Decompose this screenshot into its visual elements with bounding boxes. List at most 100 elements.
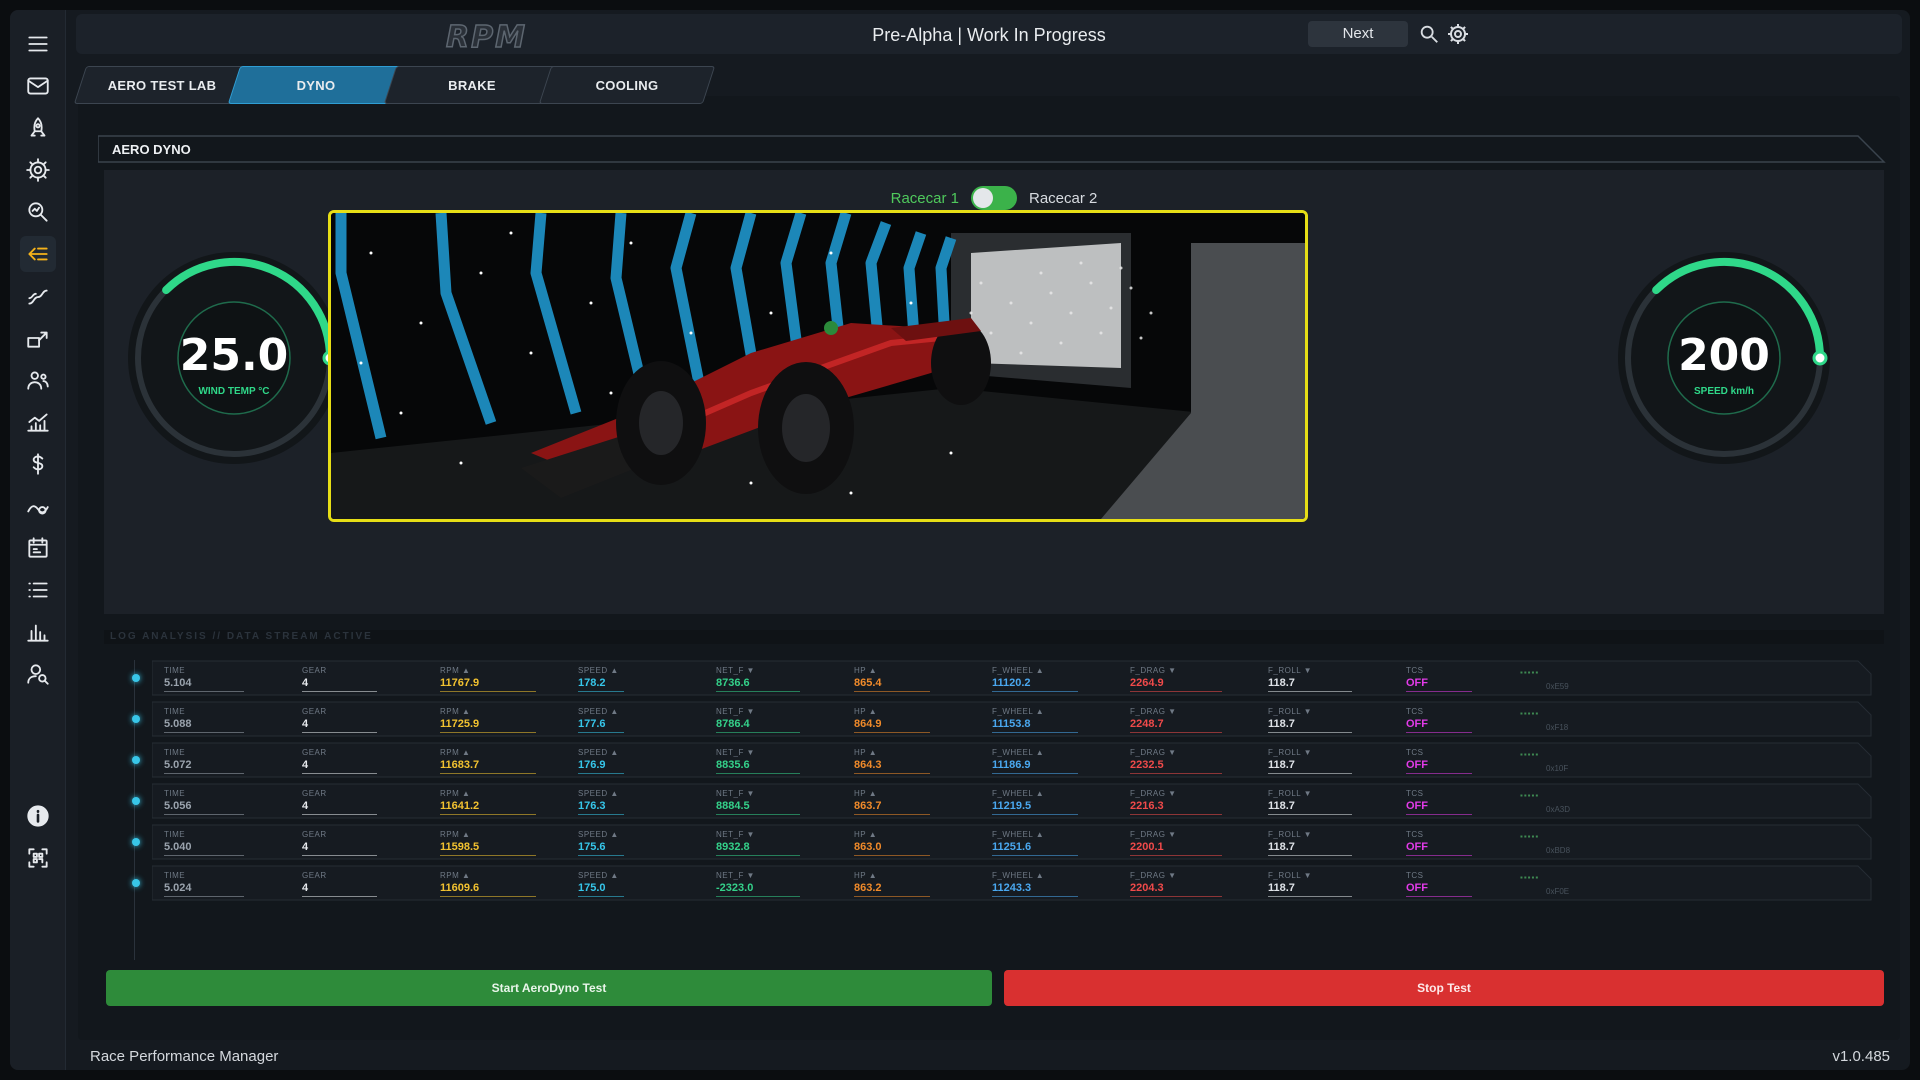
log-cell-underline <box>1268 732 1352 733</box>
log-cell-value: 118.7 <box>1268 677 1295 689</box>
log-cell-value: 4 <box>302 718 309 730</box>
log-row[interactable]: TIME 5.104 GEAR 4 RPM ▲ 11767.9 SPEED ▲ 178.2 NE… <box>132 660 1872 696</box>
log-cell-rpm: RPM ▲ 11683.7 <box>440 746 590 774</box>
log-cell-label: RPM ▲ <box>440 748 471 757</box>
log-row[interactable]: TIME 5.088 GEAR 4 RPM ▲ 11725.9 SPEED ▲ 177.6 NE… <box>132 701 1872 737</box>
log-cell-speed: SPEED ▲ 176.9 <box>578 746 728 774</box>
log-cell-value: 11120.2 <box>992 677 1031 689</box>
stop-test-button[interactable]: Stop Test <box>1004 970 1884 1006</box>
log-row[interactable]: TIME 5.040 GEAR 4 RPM ▲ 11598.5 SPEED ▲ 175.6 NE… <box>132 824 1872 860</box>
track-curve-icon[interactable] <box>20 278 56 314</box>
log-cell-hp: HP ▲ 864.9 <box>854 705 1004 733</box>
log-cell-underline <box>440 732 536 733</box>
log-cell-label: F_DRAG ▼ <box>1130 666 1177 675</box>
log-cell-label: F_DRAG ▼ <box>1130 748 1177 757</box>
log-cell-f-wheel: F_WHEEL ▲ 11186.9 <box>992 746 1142 774</box>
status-bar: Race Performance Manager v1.0.485 <box>70 1040 1910 1070</box>
log-cell-label: NET_F ▼ <box>716 871 755 880</box>
log-cell-underline <box>1406 691 1472 692</box>
log-cell-value: 5.024 <box>164 882 192 894</box>
racecar-2-label[interactable]: Racecar 2 <box>1029 190 1097 207</box>
log-cell-underline <box>302 814 377 815</box>
log-cell-label: TIME <box>164 871 186 880</box>
tab-brake[interactable]: BRAKE <box>383 66 561 104</box>
log-cell-underline <box>578 773 624 774</box>
app-name: Race Performance Manager <box>90 1048 279 1065</box>
list-icon[interactable] <box>20 572 56 608</box>
log-cell-label: GEAR <box>302 666 327 675</box>
tab-aero-test-lab[interactable]: AERO TEST LAB <box>73 66 251 104</box>
log-cell-time: TIME 5.088 <box>164 705 314 733</box>
info-icon[interactable] <box>20 798 56 834</box>
log-cell-hp: HP ▲ 863.2 <box>854 869 1004 897</box>
log-row[interactable]: TIME 5.024 GEAR 4 RPM ▲ 11609.6 SPEED ▲ 175.0 NE… <box>132 865 1872 901</box>
log-cell-time: TIME 5.040 <box>164 828 314 856</box>
telemetry-icon[interactable] <box>20 488 56 524</box>
tab-label: DYNO <box>296 77 336 93</box>
log-cell-value: 11641.2 <box>440 800 480 812</box>
log-cell-label: RPM ▲ <box>440 830 471 839</box>
racecar-1-label[interactable]: Racecar 1 <box>891 190 959 207</box>
tab-dyno[interactable]: DYNO <box>227 66 405 104</box>
upgrade-icon[interactable] <box>20 320 56 356</box>
log-cell-time: TIME 5.072 <box>164 746 314 774</box>
speed-label: SPEED km/h <box>1694 386 1754 397</box>
log-cell-value: OFF <box>1406 759 1428 771</box>
tab-cooling[interactable]: COOLING <box>538 66 716 104</box>
log-cell-value: 118.7 <box>1268 882 1295 894</box>
log-cell-underline <box>164 691 244 692</box>
log-cell-label: SPEED ▲ <box>578 666 619 675</box>
mail-icon[interactable] <box>20 68 56 104</box>
log-cell-tcs: TCS OFF ▪▪▪▪▪ 0x10F <box>1406 746 1568 774</box>
tcs-indicator-dots: ▪▪▪▪▪ <box>1520 668 1540 677</box>
dyno-viewer: Racecar 1 Racecar 2 25.0 WIND TEMP °C 20… <box>104 170 1884 614</box>
log-cell-underline <box>716 814 800 815</box>
log-row-marker <box>132 756 140 764</box>
log-cell-label: GEAR <box>302 748 327 757</box>
log-row[interactable]: TIME 5.072 GEAR 4 RPM ▲ 11683.7 SPEED ▲ 176.9 NE… <box>132 742 1872 778</box>
tcs-hex-code: 0xF18 <box>1546 723 1569 732</box>
log-cell-underline <box>854 773 930 774</box>
search-icon[interactable] <box>1418 23 1440 45</box>
log-cell-underline <box>992 773 1078 774</box>
log-table[interactable]: TIME 5.104 GEAR 4 RPM ▲ 11767.9 SPEED ▲ 178.2 NE… <box>104 660 1884 960</box>
tcs-indicator-dots: ▪▪▪▪▪ <box>1520 873 1540 882</box>
start-test-button[interactable]: Start AeroDyno Test <box>106 970 992 1006</box>
log-cell-value: 11219.5 <box>992 800 1032 812</box>
gear-icon[interactable] <box>20 152 56 188</box>
log-cell-gear: GEAR 4 <box>302 828 452 856</box>
log-cell-value: 5.072 <box>164 759 192 771</box>
aero-flow-icon[interactable] <box>20 236 56 272</box>
log-cell-f-roll: F_ROLL ▼ 118.7 <box>1268 705 1418 733</box>
log-row[interactable]: TIME 5.056 GEAR 4 RPM ▲ 11641.2 SPEED ▲ 176.3 NE… <box>132 783 1872 819</box>
log-cell-value: 863.2 <box>854 882 882 894</box>
rocket-icon[interactable] <box>20 110 56 146</box>
log-cell-value: 863.0 <box>854 841 882 853</box>
log-cell-label: HP ▲ <box>854 871 878 880</box>
settings-gear-icon[interactable] <box>1446 22 1470 46</box>
racecar-toggle[interactable] <box>971 186 1017 210</box>
log-cell-value: 2248.7 <box>1130 718 1164 730</box>
search-analytics-icon[interactable] <box>20 194 56 230</box>
log-cell-value: 11251.6 <box>992 841 1032 853</box>
bar-chart-icon[interactable] <box>20 614 56 650</box>
tcs-hex-code: 0xBD8 <box>1546 846 1571 855</box>
log-cell-value: 118.7 <box>1268 759 1295 771</box>
driver-search-icon[interactable] <box>20 656 56 692</box>
log-cell-label: HP ▲ <box>854 830 878 839</box>
log-cell-label: RPM ▲ <box>440 871 471 880</box>
growth-chart-icon[interactable] <box>20 404 56 440</box>
menu-icon[interactable] <box>20 26 56 62</box>
scan-icon[interactable] <box>20 840 56 876</box>
wind-tunnel-view[interactable] <box>328 210 1308 522</box>
team-icon[interactable] <box>20 362 56 398</box>
dollar-icon[interactable] <box>20 446 56 482</box>
log-cell-net-f: NET_F ▼ 8786.4 <box>716 705 866 733</box>
log-cell-underline <box>578 732 624 733</box>
log-cell-f-drag: F_DRAG ▼ 2216.3 <box>1130 787 1280 815</box>
next-button[interactable]: Next <box>1308 21 1408 47</box>
log-cell-label: NET_F ▼ <box>716 707 755 716</box>
log-cell-tcs: TCS OFF ▪▪▪▪▪ 0xE59 <box>1406 664 1569 692</box>
log-cell-underline <box>854 855 930 856</box>
calendar-icon[interactable] <box>20 530 56 566</box>
